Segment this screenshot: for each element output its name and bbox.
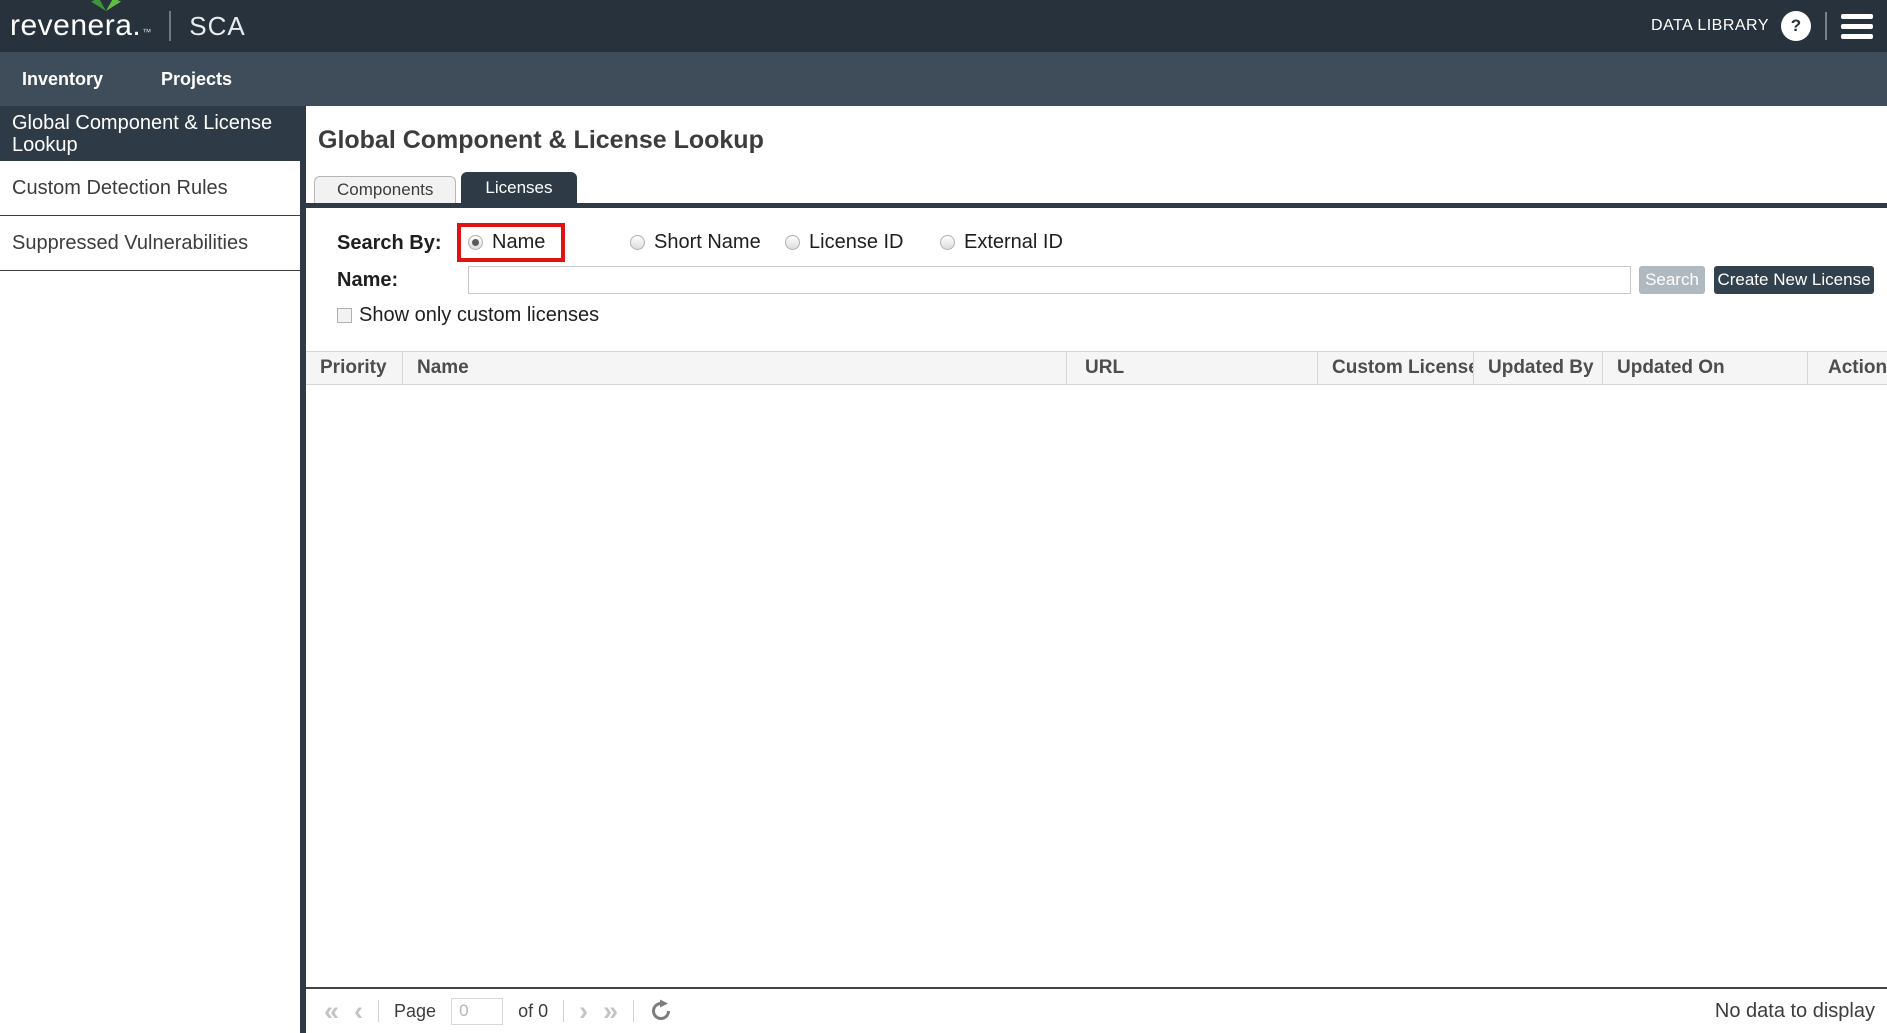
radio-name-label[interactable]: Name	[492, 231, 545, 254]
nav-item-projects[interactable]: Projects	[161, 69, 232, 90]
radio-short-name[interactable]	[630, 235, 645, 250]
name-row: Name: Search Create New License	[306, 266, 1887, 294]
revenera-logo: revenera. ™	[10, 9, 151, 43]
search-by-row: Search By: Name Short Name License ID Ex…	[306, 223, 1887, 262]
logo-text: revenera.	[10, 9, 141, 43]
checkbox-row: Show only custom licenses	[306, 305, 1887, 325]
radio-name[interactable]	[468, 235, 483, 250]
column-header-updated-by[interactable]: Updated By	[1474, 352, 1603, 384]
next-page-icon[interactable]: ›	[579, 998, 588, 1025]
sidebar-item-global-lookup[interactable]: Global Component & License Lookup	[0, 106, 300, 161]
header-divider-2	[1825, 12, 1827, 40]
radio-group-license-id: License ID	[785, 231, 904, 254]
tab-components[interactable]: Components	[314, 176, 456, 203]
search-by-label: Search By:	[337, 232, 442, 255]
header-divider	[169, 11, 171, 41]
radio-license-id-label[interactable]: License ID	[809, 231, 904, 254]
pagination-bar: « ‹ Page of 0 › » No data to display	[306, 987, 1887, 1033]
pagination-separator-2	[563, 1000, 564, 1022]
column-header-priority[interactable]: Priority	[306, 352, 403, 384]
radio-short-name-label[interactable]: Short Name	[654, 231, 761, 254]
radio-group-external-id: External ID	[940, 231, 1063, 254]
search-button[interactable]: Search	[1639, 266, 1705, 294]
main-nav: Inventory Projects	[0, 52, 1887, 106]
page-title: Global Component & License Lookup	[318, 126, 764, 155]
show-custom-licenses-checkbox[interactable]	[337, 308, 352, 323]
body-layout: Global Component & License Lookup Custom…	[0, 106, 1887, 1033]
radio-group-short-name: Short Name	[630, 231, 761, 254]
page-of-label: of 0	[518, 1001, 548, 1022]
tabs-row: Components Licenses	[306, 177, 1887, 208]
brand-area: revenera. ™ SCA	[10, 0, 246, 52]
show-custom-licenses-label[interactable]: Show only custom licenses	[359, 304, 599, 327]
column-header-name[interactable]: Name	[403, 352, 1067, 384]
radio-external-id[interactable]	[940, 235, 955, 250]
page-label: Page	[394, 1001, 436, 1022]
sidebar: Global Component & License Lookup Custom…	[0, 106, 300, 1033]
trademark-symbol: ™	[142, 27, 151, 37]
column-header-url[interactable]: URL	[1067, 352, 1318, 384]
data-library-menu[interactable]: DATA LIBRARY	[1651, 17, 1769, 35]
first-page-icon[interactable]: «	[324, 998, 339, 1025]
main-content: Global Component & License Lookup Compon…	[306, 106, 1887, 1033]
app-header: revenera. ™ SCA DATA LIBRARY ?	[0, 0, 1887, 52]
pagination-controls: « ‹ Page of 0 › »	[324, 998, 673, 1025]
no-data-status: No data to display	[1715, 1000, 1877, 1023]
highlight-box: Name	[457, 223, 565, 262]
header-right: DATA LIBRARY ?	[1651, 11, 1873, 41]
table-body-empty	[306, 386, 1887, 987]
hamburger-menu-icon[interactable]	[1841, 12, 1873, 41]
refresh-icon[interactable]	[649, 999, 673, 1023]
help-icon[interactable]: ?	[1781, 11, 1811, 41]
product-name: SCA	[189, 11, 245, 42]
column-header-actions[interactable]: Actions	[1808, 352, 1887, 384]
name-input[interactable]	[468, 266, 1631, 294]
pagination-separator-3	[633, 1000, 634, 1022]
page-number-input[interactable]	[451, 998, 503, 1025]
sidebar-item-suppressed-vulnerabilities[interactable]: Suppressed Vulnerabilities	[0, 216, 300, 271]
sidebar-item-custom-detection-rules[interactable]: Custom Detection Rules	[0, 161, 300, 216]
table-header: Priority Name URL Custom License Updated…	[306, 351, 1887, 385]
create-new-license-button[interactable]: Create New License	[1714, 266, 1874, 294]
nav-item-inventory[interactable]: Inventory	[22, 69, 103, 90]
radio-external-id-label[interactable]: External ID	[964, 231, 1063, 254]
prev-page-icon[interactable]: ‹	[354, 998, 363, 1025]
tab-licenses[interactable]: Licenses	[461, 172, 576, 203]
radio-license-id[interactable]	[785, 235, 800, 250]
name-label: Name:	[337, 269, 398, 292]
column-header-updated-on[interactable]: Updated On	[1603, 352, 1808, 384]
pagination-separator	[378, 1000, 379, 1022]
leaf-icon	[91, 0, 121, 11]
column-header-custom-license[interactable]: Custom License	[1318, 352, 1474, 384]
last-page-icon[interactable]: »	[603, 998, 618, 1025]
